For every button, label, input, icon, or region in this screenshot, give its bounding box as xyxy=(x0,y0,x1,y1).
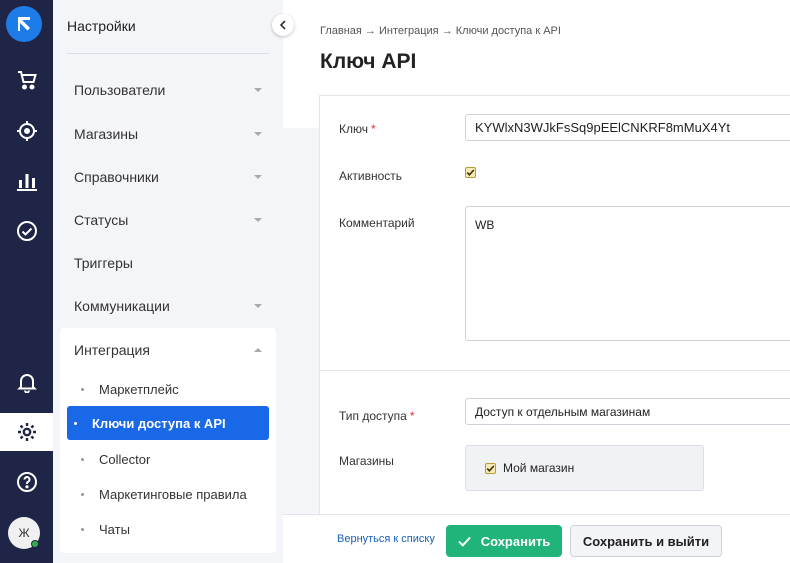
avatar-letter: Ж xyxy=(18,526,30,540)
shop-checkbox[interactable] xyxy=(485,462,496,474)
shop-option[interactable]: Мой магазин xyxy=(485,461,574,475)
bullet-icon xyxy=(81,387,84,391)
chevron-down-icon xyxy=(254,175,262,179)
bullet-icon xyxy=(81,457,84,461)
checkmark-icon xyxy=(466,169,475,176)
menu-item-statuses[interactable]: Статусы xyxy=(74,210,262,230)
api-key-form: Ключ * KYWlxN3WJkFsSq9pEElCNKRF8mMuX4Yt А… xyxy=(319,95,790,520)
submenu-item-label: Collector xyxy=(99,451,151,467)
menu-item-label: Интеграция xyxy=(74,342,150,358)
key-label-text: Ключ xyxy=(339,122,368,136)
settings-menu: Настройки Пользователи Магазины Справочн… xyxy=(53,0,283,563)
access-type-select[interactable]: Доступ к отдельным магазинам xyxy=(465,398,790,425)
menu-item-label: Пользователи xyxy=(74,82,166,98)
menu-item-label: Триггеры xyxy=(74,255,133,271)
comment-value: WB xyxy=(475,218,495,232)
submenu-item-marketing-rules[interactable]: Маркетинговые правила xyxy=(74,477,276,511)
submenu-item-label: Чаты xyxy=(99,521,130,537)
chart-icon[interactable] xyxy=(0,163,53,199)
submenu-item-label: Маркетинговые правила xyxy=(99,486,247,502)
menu-item-integration[interactable]: Интеграция xyxy=(74,340,262,360)
menu-item-triggers[interactable]: Триггеры xyxy=(74,253,262,273)
shop-option-label: Мой магазин xyxy=(503,461,575,475)
target-icon[interactable] xyxy=(0,113,53,149)
chevron-down-icon xyxy=(254,304,262,308)
active-label: Активность xyxy=(339,169,403,183)
chevron-up-icon xyxy=(254,348,262,352)
shops-box: Мой магазин xyxy=(465,445,704,491)
save-and-exit-label: Сохранить и выйти xyxy=(582,533,710,549)
menu-item-shops[interactable]: Магазины xyxy=(74,124,262,144)
bell-icon[interactable] xyxy=(0,364,53,400)
key-input-value: KYWlxN3WJkFsSq9pEElCNKRF8mMuX4Yt xyxy=(475,120,730,135)
submenu-item-label: Маркетплейс xyxy=(99,381,179,397)
menu-item-references[interactable]: Справочники xyxy=(74,167,262,187)
submenu-item-marketplace[interactable]: Маркетплейс xyxy=(74,372,276,406)
form-divider xyxy=(320,370,790,371)
menu-divider xyxy=(67,53,269,54)
menu-item-users[interactable]: Пользователи xyxy=(74,80,262,100)
menu-item-label: Коммуникации xyxy=(74,298,170,314)
checkmark-icon xyxy=(486,464,495,472)
check-circle-icon[interactable] xyxy=(0,213,53,249)
submenu-item-chats[interactable]: Чаты xyxy=(74,512,276,546)
page-title: Ключ API xyxy=(320,50,417,73)
access-type-label-text: Тип доступа xyxy=(339,409,407,423)
submenu-item-label: Ключи доступа к API xyxy=(92,415,226,431)
required-mark: * xyxy=(370,122,376,136)
submenu-item-collector[interactable]: Collector xyxy=(74,442,276,476)
chevron-left-icon xyxy=(279,20,286,30)
menu-item-communications[interactable]: Коммуникации xyxy=(74,296,262,316)
logo-icon[interactable] xyxy=(6,6,42,42)
form-footer: Вернуться к списку Сохранить Сохранить и… xyxy=(283,514,790,563)
menu-item-label: Справочники xyxy=(74,169,159,185)
comment-textarea[interactable]: WB xyxy=(465,206,790,341)
required-mark: * xyxy=(409,409,415,423)
menu-title: Настройки xyxy=(67,18,136,34)
save-button-label: Сохранить xyxy=(480,533,551,549)
menu-item-label: Статусы xyxy=(74,212,129,228)
access-type-value: Доступ к отдельным магазинам xyxy=(475,404,651,419)
cart-icon[interactable] xyxy=(0,62,53,98)
submenu-item-api-keys[interactable]: Ключи доступа к API xyxy=(67,406,269,440)
access-type-label: Тип доступа * xyxy=(339,409,415,423)
help-icon[interactable] xyxy=(0,464,53,500)
save-button[interactable]: Сохранить xyxy=(446,525,562,557)
shops-label: Магазины xyxy=(339,454,394,468)
gear-icon[interactable] xyxy=(0,413,53,451)
collapse-menu-button[interactable] xyxy=(272,14,294,36)
menu-item-label: Магазины xyxy=(74,126,139,142)
bullet-icon xyxy=(81,492,84,496)
menu-group-integration: Интеграция Маркетплейс Ключи доступа к A… xyxy=(60,328,276,553)
save-and-exit-button[interactable]: Сохранить и выйти xyxy=(570,525,722,557)
back-to-list-link[interactable]: Вернуться к списку xyxy=(337,533,435,545)
active-checkbox[interactable] xyxy=(465,167,476,178)
main-content: Главная → Интеграция → Ключи доступа к A… xyxy=(283,0,790,563)
key-input[interactable]: KYWlxN3WJkFsSq9pEElCNKRF8mMuX4Yt xyxy=(465,114,790,141)
chevron-down-icon xyxy=(254,88,262,92)
bullet-icon xyxy=(81,527,84,531)
comment-label: Комментарий xyxy=(339,216,415,230)
avatar[interactable]: Ж xyxy=(8,517,40,549)
app-rail: Ж xyxy=(0,0,53,563)
breadcrumb[interactable]: Главная → Интеграция → Ключи доступа к A… xyxy=(320,25,561,37)
online-status-dot xyxy=(31,540,39,548)
chevron-down-icon xyxy=(254,132,262,136)
bullet-icon xyxy=(74,421,77,425)
key-label: Ключ * xyxy=(339,122,376,136)
check-icon xyxy=(457,536,471,547)
chevron-down-icon xyxy=(254,218,262,222)
